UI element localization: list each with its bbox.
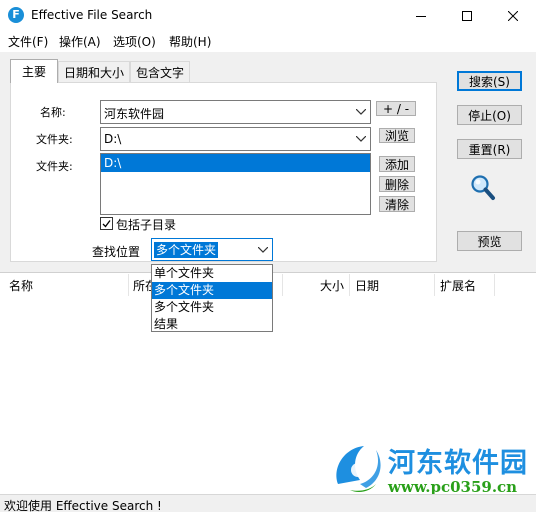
watermark-logo: [330, 440, 386, 497]
maximize-icon: [462, 10, 472, 21]
reset-button[interactable]: 重置(R): [457, 139, 522, 159]
tab-date-size[interactable]: 日期和大小: [58, 61, 130, 82]
menu-file[interactable]: 文件(F): [8, 33, 48, 50]
dropdown-option[interactable]: 结果: [152, 316, 272, 333]
column-header-date[interactable]: 日期: [355, 277, 379, 294]
status-bar: 欢迎使用 Effective Search !: [0, 494, 536, 512]
magnifier-icon: [470, 174, 496, 205]
menu-options[interactable]: 选项(O): [113, 33, 156, 50]
browse-button[interactable]: 浏览: [379, 128, 415, 143]
minimize-icon: [416, 15, 426, 17]
dropdown-option[interactable]: 单个文件夹: [152, 265, 272, 282]
clear-button[interactable]: 清除: [379, 196, 415, 212]
folder-label: 文件夹:: [36, 133, 73, 146]
maximize-button[interactable]: [444, 0, 490, 31]
chevron-down-icon[interactable]: [352, 128, 370, 150]
location-label: 查找位置: [92, 245, 141, 259]
dropdown-option-highlighted[interactable]: 多个文件夹: [152, 282, 272, 299]
column-header-size[interactable]: 大小: [320, 277, 344, 294]
close-icon: [508, 10, 518, 21]
column-header-name[interactable]: 名称: [9, 277, 33, 294]
list-item[interactable]: D:\: [101, 154, 370, 172]
column-divider[interactable]: [128, 274, 129, 296]
column-divider[interactable]: [282, 274, 283, 296]
tab-contains-text[interactable]: 包含文字: [130, 61, 190, 82]
chevron-down-icon[interactable]: [254, 239, 272, 260]
preview-button[interactable]: 预览: [457, 231, 522, 251]
watermark-name: 河东软件园: [388, 448, 528, 479]
tab-main[interactable]: 主要: [10, 59, 58, 83]
column-divider[interactable]: [494, 274, 495, 296]
include-subdir-checkbox[interactable]: [100, 217, 113, 230]
add-button[interactable]: 添加: [379, 156, 415, 172]
name-plusminus-button[interactable]: + / -: [376, 101, 416, 116]
folder-value: D:\: [104, 132, 122, 146]
status-text: 欢迎使用 Effective Search !: [4, 499, 162, 512]
close-button[interactable]: [490, 0, 536, 31]
dropdown-option[interactable]: 多个文件夹: [152, 299, 272, 316]
column-header-extension[interactable]: 扩展名: [440, 277, 476, 294]
menu-help[interactable]: 帮助(H): [169, 33, 211, 50]
chevron-down-icon[interactable]: [352, 101, 370, 123]
menu-action[interactable]: 操作(A): [59, 33, 101, 50]
name-combobox[interactable]: 河东软件园: [100, 100, 371, 124]
column-divider[interactable]: [349, 274, 350, 296]
name-value: 河东软件园: [104, 107, 165, 121]
folders-label: 文件夹:: [36, 160, 73, 173]
location-dropdown[interactable]: 单个文件夹 多个文件夹 多个文件夹 结果: [151, 264, 273, 332]
delete-button[interactable]: 删除: [379, 176, 415, 192]
include-subdir-label[interactable]: 包括子目录: [116, 216, 176, 233]
folders-listbox[interactable]: D:\: [100, 153, 371, 215]
window-title: Effective File Search: [31, 8, 153, 22]
folder-combobox[interactable]: D:\: [100, 127, 371, 151]
minimize-button[interactable]: [398, 0, 444, 31]
stop-button[interactable]: 停止(O): [457, 105, 522, 125]
search-button[interactable]: 搜索(S): [457, 71, 522, 91]
name-label: 名称:: [40, 106, 66, 119]
title-bar: F Effective File Search: [0, 0, 536, 31]
column-divider[interactable]: [434, 274, 435, 296]
app-icon: F: [8, 7, 24, 23]
location-value: 多个文件夹: [154, 242, 219, 258]
checkmark-icon: [102, 220, 111, 228]
